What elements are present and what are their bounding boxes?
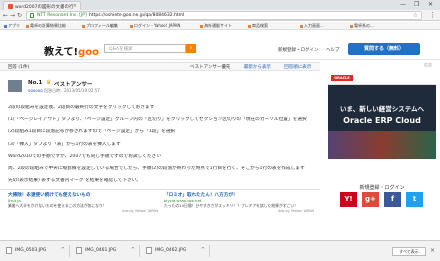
answer-paragraph: 先の(表示結果) 表する文書内マーク を結果を確認して下さい。	[8, 178, 142, 184]
answer-paragraph: Word2010での手順ですが、2007でも同じ手順ですのでお試しください	[8, 153, 162, 159]
address-bar[interactable]: NTT Resonant Inc. [JP] https://oshiete.g…	[26, 11, 422, 20]
search-button[interactable]: ⌕	[186, 44, 196, 53]
search-input[interactable]: Q&Aを検索	[104, 44, 186, 53]
oracle-headline: いま、新しい経営システムへ	[339, 105, 425, 113]
oracle-product: Oracle ERP Cloud	[343, 116, 421, 125]
sidebar: 広告 ORACLE いま、新しい経営システムへ Oracle ERP Cloud…	[324, 62, 440, 247]
download-filename: IMG_0461.JPG	[85, 248, 117, 253]
address-row: ← → ↻ NTT Resonant Inc. [JP] https://osh…	[0, 10, 440, 21]
sort-newest[interactable]: 最新から表示	[244, 65, 271, 70]
facebook-login-button[interactable]: f	[384, 192, 401, 207]
url-text[interactable]: https://oshiete.goo.ne.jp/qa/8084632.htm…	[89, 13, 184, 18]
browser-menu-icon[interactable]: ⋮	[429, 11, 436, 19]
tab-close-icon[interactable]: ×	[73, 3, 77, 9]
search-placeholder: Q&Aを検索	[109, 47, 133, 52]
sort-order[interactable]: 回答順に表示	[284, 65, 311, 70]
sort-options: ベストアンサー優先 最新から表示 回答順に表示	[190, 64, 323, 70]
oracle-logo: ORACLE	[331, 75, 353, 81]
bookmark-item[interactable]: 電卓の計算結果比較	[26, 23, 66, 29]
bookmark-item[interactable]: ログイン - Yahoo! JAPAN	[130, 23, 180, 29]
chevron-up-icon[interactable]: ^	[201, 247, 205, 253]
bookmark-item[interactable]: 海外通販サイト	[200, 23, 232, 29]
window-close-icon[interactable]: ✕	[428, 1, 433, 8]
ad-by: Ads by Yahoo! JAPAN	[122, 209, 158, 213]
bookmark-item[interactable]: 入力画面...	[300, 23, 324, 29]
oracle-ad-graphic	[328, 131, 436, 159]
answer-paragraph: 尚、2段の段組みで中央に縦罫線を設定している場合でしたら、手順(2)の段落が終わ…	[8, 165, 305, 171]
minimize-icon[interactable]: —	[400, 1, 406, 8]
apps-icon	[4, 24, 7, 28]
answer-paragraph: 2段の段組みを設定後、2段目の最終行の文字をクリックしておきます	[8, 105, 155, 110]
bookmark-icon	[248, 24, 251, 28]
ad-item[interactable]: 大掃除！永遠使い続けても使えないもの Jtrut.jp 業者へ大半をかけないもの…	[8, 192, 158, 222]
ad-label: 広告	[424, 62, 432, 67]
download-item[interactable]: IMG_0461.JPG ^	[74, 245, 140, 257]
site-header: 教えて!goo Q&Aを検索 ⌕ 新規登録・ログイン ヘルプ 質問する（無料）	[0, 30, 440, 60]
maximize-icon[interactable]: ❐	[414, 1, 419, 8]
download-filename: IMG_0503.JPG	[15, 248, 47, 253]
chevron-up-icon[interactable]: ^	[61, 247, 65, 253]
favicon-icon	[8, 4, 13, 9]
ad-banner: 大掃除！永遠使い続けても使えないもの Jtrut.jp 業者へ大半をかけないもの…	[0, 189, 320, 223]
bookmark-icon	[26, 24, 29, 28]
avatar[interactable]	[8, 80, 22, 92]
answer-date: 回答日時：2013/05/19 02:57	[43, 88, 100, 93]
yahoo-login-button[interactable]: Y!	[340, 192, 357, 207]
bookmark-icon	[350, 24, 353, 28]
answer-count: 回答 (1件)	[8, 65, 30, 70]
answer-block: No.1 ♛ ベストアンサー oooooo 回答日時：2013/05/19 02…	[8, 76, 313, 251]
answer-meta: oooooo 回答日時：2013/05/19 02:57	[28, 88, 100, 94]
ad-item[interactable]: 「ロミオ」取れたたん！八方方が！ biycle-wrap-iwe.net たった…	[164, 192, 314, 222]
oracle-ad-banner[interactable]: ORACLE いま、新しい経営システムへ Oracle ERP Cloud	[328, 71, 436, 159]
browser-tab[interactable]: word2007の図形の文書の行... ×	[3, 1, 81, 10]
bookmark-item[interactable]: アプリ	[4, 23, 20, 29]
answer-paragraph: (2)段組み1段目に段落記号が移されますので「ページ設定」から「1段」を選択	[8, 129, 176, 135]
download-item[interactable]: IMG_0462.JPG ^	[144, 245, 210, 257]
back-icon[interactable]: ←	[3, 12, 8, 19]
signup-title: 新規登録・ログイン	[359, 185, 405, 191]
download-shelf: IMG_0503.JPG ^ IMG_0461.JPG ^ IMG_0462.J…	[0, 240, 440, 261]
download-item[interactable]: IMG_0503.JPG ^	[4, 245, 70, 257]
sort-best[interactable]: ベストアンサー優先	[190, 65, 230, 70]
forward-icon[interactable]: →	[10, 12, 15, 19]
answer-body: 2段の段組みを設定後、2段目の最終行の文字をクリックしておきます (1)「ページ…	[8, 105, 313, 190]
login-link[interactable]: 新規登録・ログイン	[278, 48, 319, 53]
bookmark-icon	[300, 24, 303, 28]
answer-paragraph: (3)「挿入」タブより「表」から1行の表を挿入します	[8, 141, 121, 147]
search-icon: ⌕	[189, 45, 193, 51]
answers-toolbar: 回答 (1件) ベストアンサー優先 最新から表示 回答順に表示	[0, 62, 320, 71]
image-file-icon	[76, 247, 82, 254]
bookmark-star-icon[interactable]: ☆	[413, 12, 418, 19]
bookmarks-bar: アプリ 電卓の計算結果比較 プロフィール編集 ログイン - Yahoo! JAP…	[0, 22, 440, 30]
lock-icon	[30, 13, 34, 18]
close-downloads-icon[interactable]: ×	[430, 247, 435, 254]
answer-paragraph: (1)「ページレイアウト」タブより、「ページ設定」グループ内の「区切り」をクリッ…	[8, 117, 307, 123]
google-login-button[interactable]: g+	[362, 192, 379, 207]
oracle-ad-top: ORACLE	[328, 71, 436, 85]
tab-bar: word2007の図形の文書の行... × — ❐ ✕	[0, 0, 440, 10]
bookmark-icon	[82, 24, 85, 28]
help-link[interactable]: ヘルプ	[326, 48, 340, 53]
bookmark-icon	[200, 24, 203, 28]
bookmark-item[interactable]: 電卓系の...	[350, 23, 374, 29]
image-file-icon	[146, 247, 152, 254]
image-file-icon	[6, 247, 12, 254]
site-logo[interactable]: 教えて!goo	[44, 43, 99, 58]
chevron-up-icon[interactable]: ^	[131, 247, 135, 253]
twitter-login-button[interactable]: t	[406, 192, 423, 207]
best-answer-label: ベストアンサー	[54, 82, 93, 88]
header-links: 新規登録・ログイン ヘルプ	[278, 47, 345, 53]
show-all-downloads-button[interactable]: すべて表示	[392, 247, 426, 256]
secure-org-label: NTT Resonant Inc. [JP]	[37, 13, 87, 18]
bookmark-icon	[130, 24, 133, 28]
best-answer-medal-icon: ♛	[46, 79, 52, 86]
answerer-name[interactable]: oooooo	[28, 88, 43, 93]
bookmark-item[interactable]: 商品検索	[248, 23, 268, 29]
ad-by: Ads by Yahoo! JAPAN	[278, 209, 314, 213]
ask-question-button[interactable]: 質問する（無料）	[348, 43, 420, 55]
answer-number: No.1	[28, 80, 43, 86]
download-filename: IMG_0462.JPG	[155, 248, 187, 253]
reload-icon[interactable]: ↻	[17, 12, 22, 19]
bookmark-item[interactable]: プロフィール編集	[82, 23, 118, 29]
